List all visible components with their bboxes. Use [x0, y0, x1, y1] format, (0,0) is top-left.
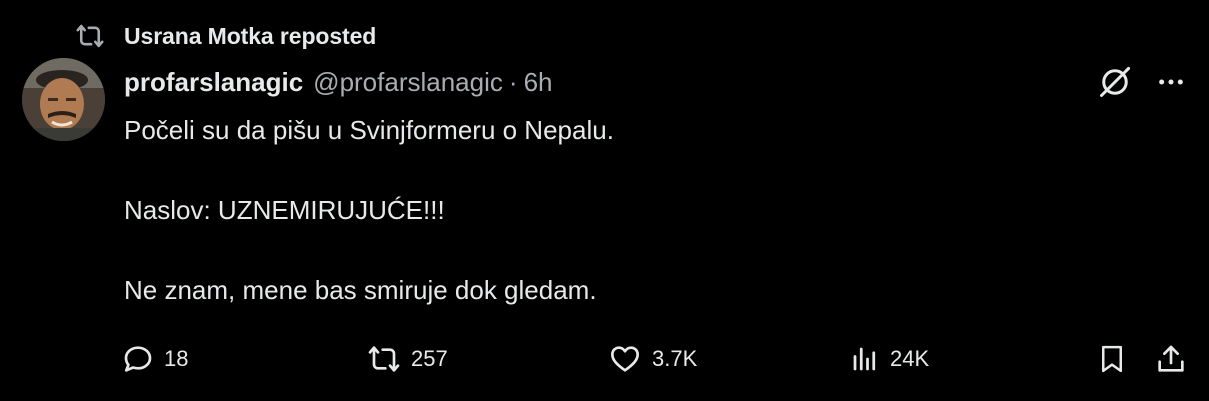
bookmark-button[interactable] — [1097, 336, 1127, 382]
author-name[interactable]: profarslanagic — [124, 67, 303, 98]
grok-icon[interactable] — [1095, 62, 1135, 102]
post-timestamp[interactable]: 6h — [524, 67, 553, 98]
like-button[interactable]: 3.7K — [608, 336, 697, 382]
header-separator: · — [508, 66, 518, 97]
reposted-by-label[interactable]: Usrana Motka reposted — [124, 23, 376, 50]
reply-icon — [122, 343, 154, 375]
repost-button[interactable]: 257 — [367, 336, 448, 382]
more-icon[interactable] — [1153, 64, 1189, 100]
views-icon — [850, 343, 880, 375]
share-icon — [1155, 342, 1187, 376]
repost-icon — [367, 343, 401, 375]
post-top-actions — [1095, 62, 1189, 102]
post-line-3: Ne znam, mene bas smiruje dok gledam. — [124, 275, 597, 305]
post-line-2: Naslov: UZNEMIRUJUĆE!!! — [124, 195, 445, 225]
repost-count: 257 — [411, 346, 448, 371]
share-button[interactable] — [1155, 336, 1187, 382]
avatar[interactable] — [22, 58, 105, 141]
post-card[interactable]: Usrana Motka reposted profarslanagic @pr… — [0, 0, 1209, 401]
post-header: profarslanagic @profarslanagic · 6h — [124, 64, 552, 100]
views-button[interactable]: 24K — [850, 336, 929, 382]
repost-icon — [76, 22, 104, 50]
post-text: Počeli su da pišu u Svinjformeru o Nepal… — [124, 110, 1084, 310]
author-handle[interactable]: @profarslanagic — [313, 67, 503, 98]
views-count: 24K — [890, 346, 930, 371]
heart-icon — [608, 343, 642, 375]
reply-count: 18 — [164, 346, 189, 371]
post-actions-bar: 18 257 3.7K 24K — [0, 336, 1209, 382]
repost-context[interactable]: Usrana Motka reposted — [76, 20, 376, 52]
like-count: 3.7K — [652, 346, 698, 371]
bookmark-icon — [1097, 342, 1127, 376]
post-line-1: Počeli su da pišu u Svinjformeru o Nepal… — [124, 115, 614, 145]
reply-button[interactable]: 18 — [122, 336, 188, 382]
